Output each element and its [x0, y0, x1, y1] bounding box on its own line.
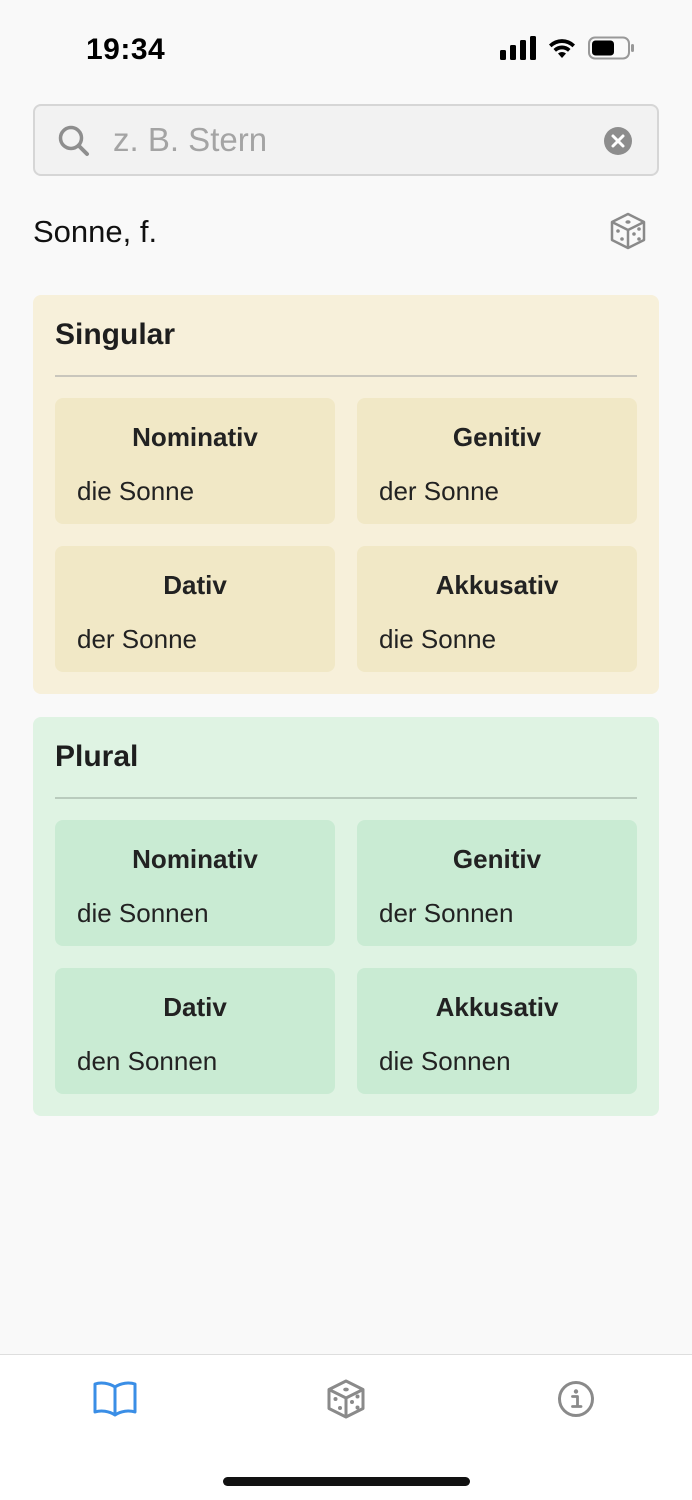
case-name: Genitiv: [452, 422, 542, 452]
case-name: Dativ: [163, 570, 227, 600]
tab-bar: [0, 1354, 692, 1500]
status-bar: 19:34: [0, 0, 692, 100]
wifi-icon: [549, 39, 575, 58]
tab-dictionary[interactable]: [85, 1369, 145, 1429]
case-name: Genitiv: [452, 844, 542, 874]
tab-random[interactable]: [316, 1369, 376, 1429]
case-form: der Sonne: [77, 624, 197, 654]
divider: [55, 797, 637, 799]
case-form: der Sonnen: [379, 898, 514, 928]
random-word-button[interactable]: [608, 211, 648, 256]
singular-panel: Singular Nominativ die Sonne Genitiv der…: [33, 295, 659, 694]
case-form: die Sonnen: [379, 1046, 511, 1076]
plural-title: Plural: [55, 740, 139, 773]
case-card-dativ: Dativ der Sonne: [55, 546, 335, 672]
book-icon: [93, 1381, 137, 1417]
case-form: die Sonne: [77, 476, 195, 506]
word-title: Sonne, f.: [33, 214, 158, 249]
case-card-dativ: Dativ den Sonnen: [55, 968, 335, 1094]
case-card-genitiv: Genitiv der Sonnen: [357, 820, 637, 946]
case-form: den Sonnen: [77, 1046, 218, 1076]
cellular-signal-icon: [500, 36, 536, 60]
info-icon: [558, 1381, 594, 1417]
case-card-nominativ: Nominativ die Sonne: [55, 398, 335, 524]
case-card-akkusativ: Akkusativ die Sonnen: [357, 968, 637, 1094]
status-icons: [500, 36, 636, 60]
singular-title: Singular: [55, 318, 176, 351]
case-name: Dativ: [163, 992, 227, 1022]
search-bar[interactable]: [33, 104, 659, 176]
case-name: Akkusativ: [435, 570, 559, 600]
case-card-genitiv: Genitiv der Sonne: [357, 398, 637, 524]
case-name: Nominativ: [132, 844, 258, 874]
case-form: die Sonne: [379, 624, 497, 654]
case-name: Akkusativ: [435, 992, 559, 1022]
home-indicator: [223, 1477, 470, 1486]
case-card-nominativ: Nominativ die Sonnen: [55, 820, 335, 946]
case-name: Nominativ: [132, 422, 258, 452]
case-form: die Sonnen: [77, 898, 209, 928]
battery-icon: [588, 36, 634, 60]
dice-icon: [327, 1379, 365, 1419]
search-input[interactable]: [113, 106, 593, 174]
dice-icon: [610, 212, 646, 250]
divider: [55, 375, 637, 377]
case-card-akkusativ: Akkusativ die Sonne: [357, 546, 637, 672]
status-time: 19:34: [86, 33, 166, 66]
tab-info[interactable]: [546, 1369, 606, 1429]
case-form: der Sonne: [379, 476, 499, 506]
clear-search-icon[interactable]: [603, 126, 633, 156]
search-icon: [58, 125, 89, 156]
plural-panel: Plural Nominativ die Sonnen Genitiv der …: [33, 717, 659, 1116]
